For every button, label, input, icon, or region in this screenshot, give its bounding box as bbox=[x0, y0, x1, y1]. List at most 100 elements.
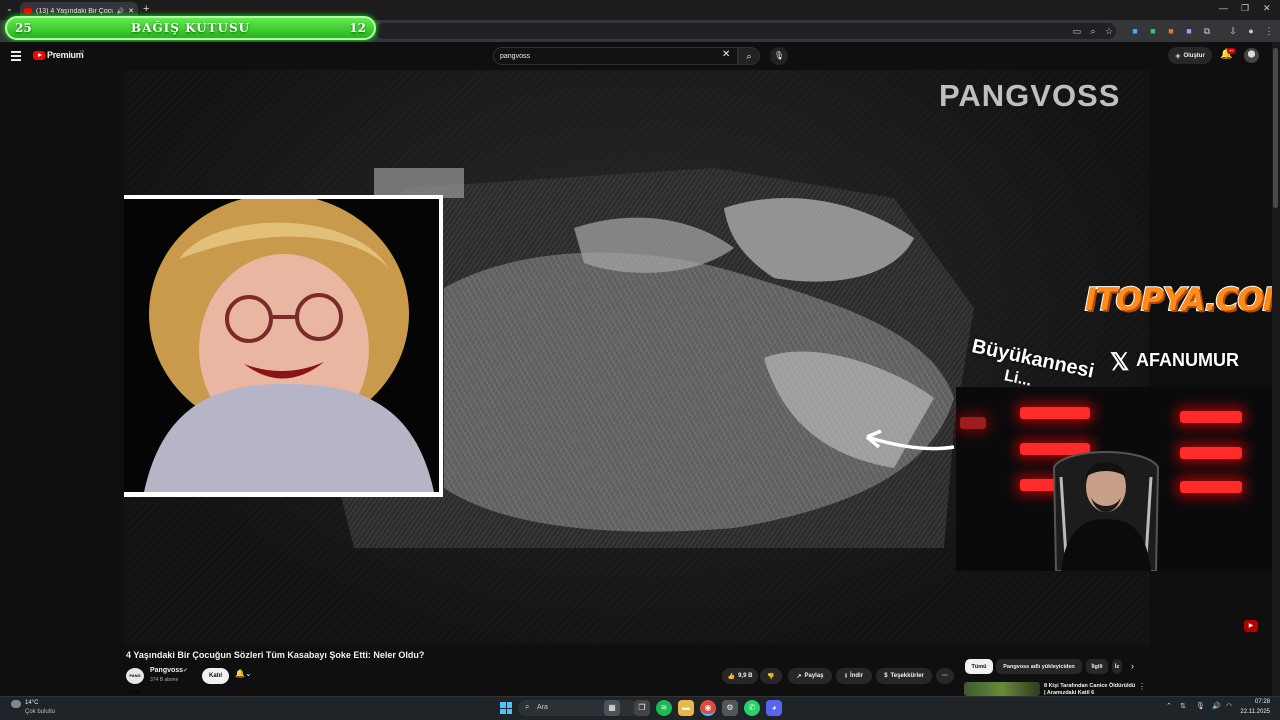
zoom-icon[interactable]: ⌕ bbox=[1088, 26, 1098, 36]
address-bar[interactable] bbox=[376, 23, 1116, 39]
thanks-icon: $ bbox=[884, 673, 888, 679]
clock-date[interactable]: 22.11.2025 bbox=[1240, 709, 1270, 715]
widgets-icon[interactable]: ▦ bbox=[604, 700, 620, 716]
youtube-favicon-icon bbox=[24, 8, 32, 14]
voice-search-button[interactable]: 🎙 bbox=[770, 47, 788, 65]
share-icon: ↗ bbox=[796, 673, 802, 680]
donation-right-value: 12 bbox=[349, 21, 366, 35]
tray-chevron-icon[interactable]: ⌃ bbox=[1166, 702, 1172, 710]
browser-menu-icon[interactable]: ⋮ bbox=[1264, 26, 1274, 36]
subscriber-count: 374 B abone bbox=[150, 677, 179, 683]
chip-from-uploader[interactable]: Pangvoss adlı yükleyiciden bbox=[996, 659, 1082, 674]
download-icon: ⭳ bbox=[844, 673, 848, 679]
youtube-play-icon: ▶ bbox=[1244, 620, 1258, 632]
led-light bbox=[1180, 481, 1242, 493]
cloud-icon[interactable] bbox=[11, 700, 21, 708]
search-input[interactable] bbox=[500, 51, 700, 61]
led-light bbox=[1020, 407, 1090, 419]
like-button[interactable]: 👍 9,9 B bbox=[722, 668, 758, 684]
create-button[interactable]: + Oluştur bbox=[1168, 47, 1212, 64]
extension-icon[interactable]: ■ bbox=[1148, 26, 1158, 36]
arrow-icon bbox=[865, 429, 955, 451]
join-button[interactable]: Katıl bbox=[202, 668, 229, 684]
channel-watermark: PANGVOSS bbox=[939, 78, 1121, 113]
chip-related[interactable]: İlgili bbox=[1086, 659, 1108, 674]
donation-title: BAĞIŞ KUTUSU bbox=[130, 21, 251, 35]
minimize-button[interactable]: — bbox=[1219, 3, 1228, 13]
extension-icon[interactable]: ■ bbox=[1166, 26, 1176, 36]
clear-search-icon[interactable]: ✕ bbox=[722, 49, 730, 60]
tab-title: (13) 4 Yaşındaki Bir Çocuğu bbox=[36, 7, 113, 15]
settings-gear-icon[interactable]: ⚙ bbox=[722, 700, 738, 716]
led-light bbox=[1180, 411, 1242, 423]
subscription-bell-icon[interactable]: 🔔⌄ bbox=[235, 669, 252, 678]
sponsor-logo: ITOPYA.COM bbox=[1084, 281, 1280, 319]
thumbs-up-icon: 👍 bbox=[727, 673, 736, 680]
kebab-menu-icon[interactable]: ⋮ bbox=[1138, 682, 1146, 691]
microphone-icon: 🎙 bbox=[773, 51, 785, 60]
account-avatar[interactable] bbox=[1244, 48, 1259, 63]
speaker-icon[interactable]: 🔊 bbox=[1212, 702, 1221, 710]
chip-all[interactable]: Tümü bbox=[965, 659, 993, 674]
spotify-icon[interactable]: ≋ bbox=[656, 700, 672, 716]
downloads-icon[interactable]: ⇩ bbox=[1228, 26, 1238, 36]
download-label: İndir bbox=[850, 673, 864, 679]
bookmark-star-icon[interactable]: ☆ bbox=[1104, 26, 1114, 36]
windows-start-icon[interactable] bbox=[500, 702, 512, 714]
recommended-title[interactable]: 8 Kişi Tarafından Canice Öldürüldü | Ara… bbox=[1044, 683, 1136, 697]
chip-partial[interactable]: İz bbox=[1112, 659, 1122, 674]
dislike-button[interactable]: 👎 bbox=[760, 668, 782, 684]
like-count: 9,9 B bbox=[738, 673, 753, 679]
clock-time[interactable]: 07:28 bbox=[1246, 699, 1270, 705]
whatsapp-icon[interactable]: ✆ bbox=[744, 700, 760, 716]
tab-close-icon[interactable]: ✕ bbox=[128, 7, 134, 15]
thanks-label: Teşekkürler bbox=[890, 673, 924, 679]
cast-icon[interactable]: ▭ bbox=[1072, 26, 1082, 36]
microphone-tray-icon[interactable]: 🎙 bbox=[1196, 702, 1205, 710]
weather-description[interactable]: Çok bulutlu bbox=[25, 709, 55, 715]
maximize-button[interactable]: ❐ bbox=[1241, 3, 1249, 14]
country-code: TR bbox=[79, 49, 85, 54]
task-view-icon[interactable]: ❐ bbox=[634, 700, 650, 716]
youtube-logo-icon[interactable] bbox=[33, 51, 45, 60]
extension-icon[interactable]: ■ bbox=[1130, 26, 1140, 36]
notification-badge: 9+ bbox=[1227, 48, 1236, 54]
share-label: Paylaş bbox=[804, 673, 824, 679]
wifi-icon[interactable]: ◠ bbox=[1226, 702, 1232, 710]
download-button[interactable]: ⭳ İndir bbox=[836, 668, 872, 684]
search-icon: ⌕ bbox=[525, 702, 530, 711]
channel-avatar[interactable]: PANG VOSS bbox=[126, 668, 144, 694]
thumbs-down-icon: 👎 bbox=[767, 673, 775, 680]
new-tab-button[interactable]: + bbox=[143, 3, 149, 15]
chevron-right-icon[interactable]: › bbox=[1131, 661, 1134, 671]
chrome-icon[interactable]: ◉ bbox=[700, 700, 716, 716]
network-icon[interactable]: ⇅ bbox=[1180, 702, 1186, 710]
streamer-silhouette bbox=[1052, 451, 1160, 571]
hamburger-menu-icon[interactable] bbox=[11, 51, 21, 61]
taskbar-search[interactable]: Ara bbox=[518, 700, 638, 716]
webcam-overlay bbox=[956, 387, 1280, 571]
profile-icon[interactable]: ● bbox=[1246, 26, 1256, 36]
extension-icon[interactable]: ■ bbox=[1184, 26, 1194, 36]
thanks-button[interactable]: $ Teşekkürler bbox=[876, 668, 932, 684]
recommended-thumbnail[interactable] bbox=[964, 682, 1040, 696]
verified-icon: ✔ bbox=[183, 668, 189, 674]
weather-temperature[interactable]: 14°C bbox=[25, 700, 38, 706]
discord-icon[interactable]: ◕ bbox=[766, 700, 782, 716]
search-button[interactable]: ⌕ bbox=[738, 47, 760, 65]
youtube-premium-label[interactable]: Premium bbox=[47, 50, 84, 60]
extensions-puzzle-icon[interactable]: ⧉ bbox=[1202, 26, 1212, 36]
channel-name[interactable]: Pangvoss bbox=[150, 667, 183, 674]
search-icon: ⌕ bbox=[746, 51, 752, 61]
close-window-button[interactable]: ✕ bbox=[1263, 3, 1271, 14]
x-logo-icon: 𝕏 bbox=[1110, 349, 1130, 376]
led-light bbox=[960, 417, 986, 429]
more-actions-button[interactable]: ··· bbox=[936, 668, 954, 684]
victim-photo-frame bbox=[124, 195, 443, 497]
video-title: 4 Yaşındaki Bir Çocuğun Sözleri Tüm Kasa… bbox=[126, 650, 425, 660]
tab-search-icon[interactable]: ⌄ bbox=[6, 4, 13, 13]
file-explorer-icon[interactable]: ▬ bbox=[678, 700, 694, 716]
scrollbar-thumb[interactable] bbox=[1273, 48, 1278, 208]
audio-icon[interactable]: 🔊 bbox=[117, 8, 124, 15]
share-button[interactable]: ↗ Paylaş bbox=[788, 668, 832, 684]
